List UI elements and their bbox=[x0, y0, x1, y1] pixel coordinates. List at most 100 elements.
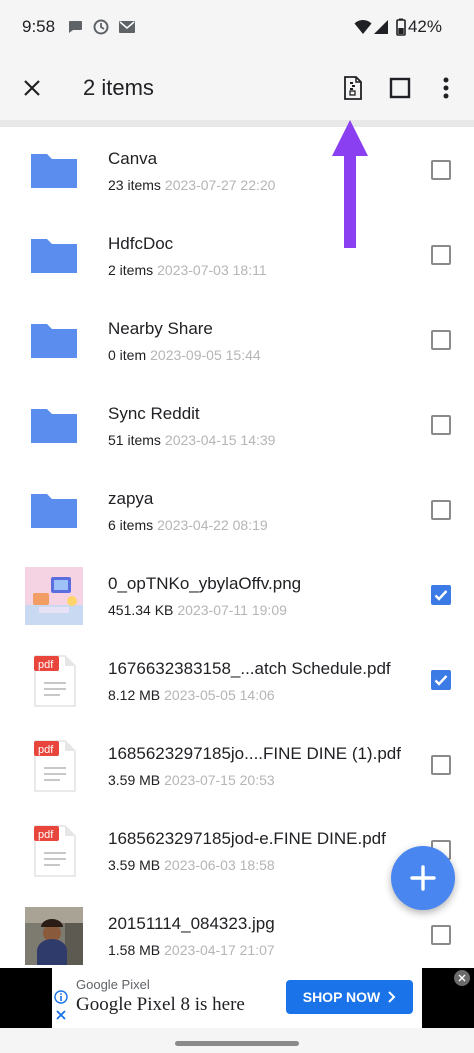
item-checkbox[interactable] bbox=[431, 670, 451, 690]
mail-icon bbox=[119, 21, 135, 33]
pdf-badge-label: pdf bbox=[38, 744, 54, 756]
list-item[interactable]: pdf 1676632383158_...atch Schedule.pdf 8… bbox=[0, 637, 474, 722]
folder-icon bbox=[31, 409, 77, 443]
list-item[interactable]: zapya 6 items 2023-04-22 08:19 bbox=[0, 467, 474, 552]
list-item[interactable]: Sync Reddit 51 items 2023-04-15 14:39 bbox=[0, 382, 474, 467]
ad-sponsor: Google Pixel bbox=[76, 977, 150, 992]
list-item[interactable]: Canva 23 items 2023-07-27 22:20 bbox=[0, 127, 474, 212]
file-size: 6 items bbox=[108, 517, 154, 533]
add-fab-button[interactable] bbox=[391, 846, 455, 910]
folder-icon bbox=[31, 154, 77, 188]
file-size: 1.58 MB bbox=[108, 942, 161, 958]
pdf-file-icon bbox=[34, 655, 76, 707]
selection-toolbar: 2 items bbox=[0, 58, 474, 120]
file-meta: 2 items 2023-07-03 18:11 bbox=[108, 262, 267, 278]
file-size: 451.34 KB bbox=[108, 602, 174, 618]
home-handle[interactable] bbox=[175, 1041, 299, 1046]
status-time: 9:58 bbox=[22, 17, 56, 36]
wifi-icon bbox=[354, 19, 372, 34]
file-date: 2023-04-15 14:39 bbox=[164, 432, 276, 448]
ad-headline: Google Pixel 8 is here bbox=[76, 994, 245, 1015]
file-meta: 3.59 MB 2023-07-15 20:53 bbox=[108, 772, 275, 788]
pdf-file-icon bbox=[34, 825, 76, 877]
file-date: 2023-06-03 18:58 bbox=[164, 857, 275, 873]
file-name: Canva bbox=[108, 149, 158, 168]
file-meta: 3.59 MB 2023-06-03 18:58 bbox=[108, 857, 275, 873]
list-item[interactable]: pdf 1685623297185jo....FINE DINE (1).pdf… bbox=[0, 722, 474, 807]
item-checkbox[interactable] bbox=[431, 415, 451, 435]
file-name: 0_opTNKo_ybylaOffv.png bbox=[108, 574, 302, 593]
file-date: 2023-07-15 20:53 bbox=[164, 772, 275, 788]
ad-info-icon[interactable] bbox=[54, 990, 68, 1004]
file-size: 3.59 MB bbox=[108, 857, 161, 873]
chevron-right-icon bbox=[388, 991, 396, 1003]
toolbar-divider bbox=[0, 120, 474, 127]
file-name: zapya bbox=[108, 489, 154, 508]
compress-button[interactable] bbox=[333, 68, 373, 108]
chat-icon bbox=[69, 21, 82, 33]
file-date: 2023-04-17 21:07 bbox=[164, 942, 275, 958]
item-checkbox[interactable] bbox=[431, 755, 451, 775]
photo-thumbnail bbox=[25, 907, 83, 965]
folder-icon bbox=[31, 324, 77, 358]
file-size: 3.59 MB bbox=[108, 772, 161, 788]
list-item[interactable]: Nearby Share 0 item 2023-09-05 15:44 bbox=[0, 297, 474, 382]
select-all-button[interactable] bbox=[380, 68, 420, 108]
gesture-nav-bar bbox=[0, 1028, 474, 1053]
file-date: 2023-07-11 19:09 bbox=[177, 602, 287, 618]
clock-sync-icon bbox=[93, 19, 109, 35]
file-name: 20151114_084323.jpg bbox=[108, 914, 275, 933]
ad-letterbox-left bbox=[0, 968, 52, 1028]
selection-count-title: 2 items bbox=[83, 75, 154, 100]
file-meta: 1.58 MB 2023-04-17 21:07 bbox=[108, 942, 275, 958]
list-item[interactable]: 20151114_084323.jpg 1.58 MB 2023-04-17 21… bbox=[0, 892, 474, 977]
file-date: 2023-07-27 22:20 bbox=[164, 177, 276, 193]
ad-cta-label: SHOP NOW bbox=[302, 989, 381, 1005]
image-thumbnail bbox=[25, 567, 83, 625]
list-item[interactable]: HdfcDoc 2 items 2023-07-03 18:11 bbox=[0, 212, 474, 297]
file-meta: 0 item 2023-09-05 15:44 bbox=[108, 347, 261, 363]
pdf-file-icon bbox=[34, 740, 76, 792]
plus-icon bbox=[410, 865, 436, 891]
file-name: 1676632383158_...atch Schedule.pdf bbox=[108, 659, 391, 678]
file-date: 2023-05-05 14:06 bbox=[164, 687, 275, 703]
file-size: 2 items bbox=[108, 262, 154, 278]
close-icon bbox=[458, 974, 466, 982]
more-options-button[interactable] bbox=[426, 68, 466, 108]
folder-icon bbox=[31, 239, 77, 273]
select-all-icon bbox=[389, 77, 411, 99]
item-checkbox[interactable] bbox=[431, 245, 451, 265]
battery-percent: 42% bbox=[407, 17, 442, 36]
signal-icon bbox=[374, 20, 388, 34]
check-icon bbox=[434, 675, 448, 686]
file-date: 2023-04-22 08:19 bbox=[157, 517, 268, 533]
ad-dismiss-icon[interactable] bbox=[54, 1008, 68, 1022]
pdf-badge-label: pdf bbox=[38, 659, 54, 671]
item-checkbox[interactable] bbox=[431, 160, 451, 180]
check-icon bbox=[434, 590, 448, 601]
ad-banner[interactable]: Google Pixel Google Pixel 8 is here SHOP… bbox=[0, 968, 474, 1028]
file-date: 2023-09-05 15:44 bbox=[150, 347, 261, 363]
pdf-badge-label: pdf bbox=[38, 829, 54, 841]
item-checkbox[interactable] bbox=[431, 925, 451, 945]
file-name: Sync Reddit bbox=[108, 404, 200, 423]
status-bar: 9:58 42% bbox=[0, 0, 474, 58]
file-date: 2023-07-03 18:11 bbox=[157, 262, 267, 278]
file-name: HdfcDoc bbox=[108, 234, 174, 253]
file-meta: 51 items 2023-04-15 14:39 bbox=[108, 432, 275, 448]
close-selection-button[interactable] bbox=[12, 68, 52, 108]
file-meta: 451.34 KB 2023-07-11 19:09 bbox=[108, 602, 287, 618]
file-name: 1685623297185jod-e.FINE DINE.pdf bbox=[108, 829, 386, 848]
item-checkbox[interactable] bbox=[431, 585, 451, 605]
more-vert-icon bbox=[443, 77, 449, 99]
item-checkbox[interactable] bbox=[431, 330, 451, 350]
file-size: 23 items bbox=[108, 177, 161, 193]
list-item[interactable]: 0_opTNKo_ybylaOffv.png 451.34 KB 2023-07-… bbox=[0, 552, 474, 637]
ad-shop-now-button[interactable]: SHOP NOW bbox=[286, 980, 413, 1014]
folder-icon bbox=[31, 494, 77, 528]
ad-close-button[interactable] bbox=[454, 970, 470, 986]
file-meta: 6 items 2023-04-22 08:19 bbox=[108, 517, 268, 533]
zip-icon bbox=[344, 76, 362, 100]
annotation-arrow-icon bbox=[332, 120, 368, 248]
item-checkbox[interactable] bbox=[431, 500, 451, 520]
